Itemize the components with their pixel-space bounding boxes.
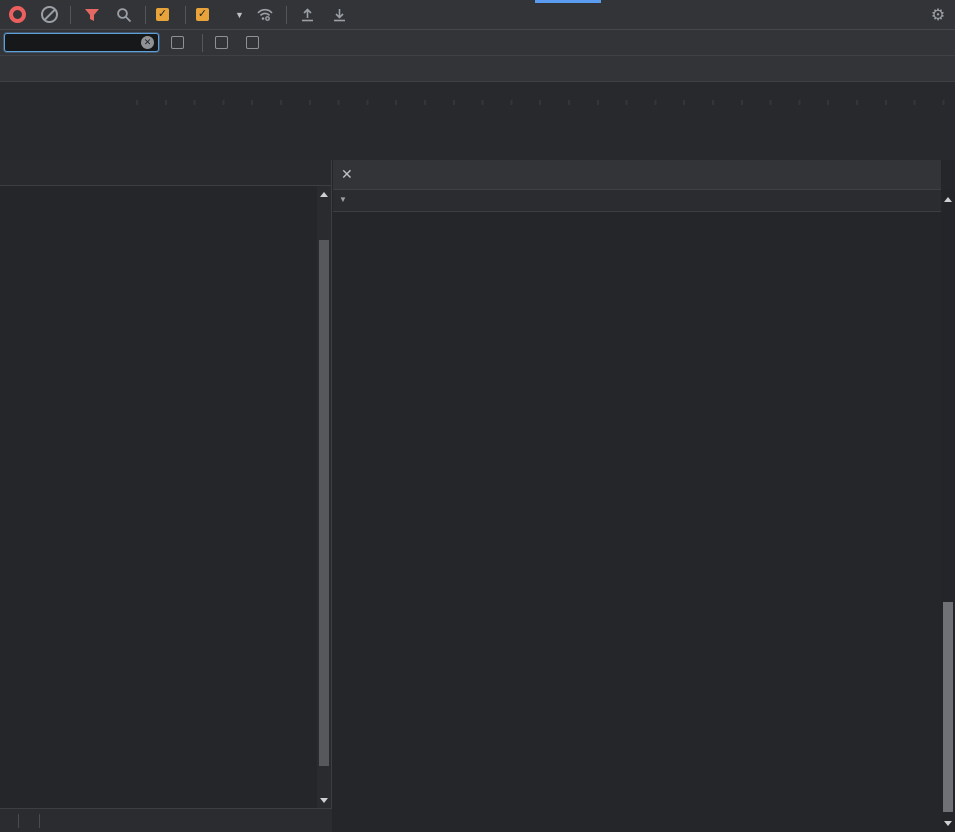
checkbox-unchecked-icon — [171, 36, 184, 49]
record-icon — [9, 6, 26, 23]
clear-button[interactable] — [38, 4, 60, 26]
details-tab-bar: ✕ — [333, 160, 941, 190]
name-column-header[interactable] — [0, 160, 331, 186]
request-details-pane: ✕ ▼ — [333, 160, 941, 832]
tab-highlight-strip — [535, 0, 601, 3]
checkbox-unchecked-icon — [246, 36, 259, 49]
scrollbar-thumb[interactable] — [943, 602, 953, 812]
toolbar-divider — [286, 6, 287, 24]
request-headers-section-header[interactable]: ▼ — [333, 190, 941, 212]
funnel-icon — [84, 8, 100, 22]
resource-type-filter-bar — [0, 56, 955, 82]
wifi-gear-icon — [256, 7, 274, 22]
invert-checkbox[interactable] — [171, 36, 190, 49]
status-divider — [39, 814, 40, 828]
clear-input-icon[interactable]: ✕ — [141, 36, 154, 49]
import-har-button[interactable] — [297, 4, 319, 26]
triangle-down-icon: ▼ — [339, 195, 347, 204]
gear-icon: ⚙ — [931, 5, 945, 25]
disable-cache-checkbox[interactable]: ✓ — [196, 8, 215, 21]
request-list-scrollbar[interactable] — [317, 186, 331, 808]
record-button[interactable] — [6, 4, 28, 26]
close-details-button[interactable]: ✕ — [333, 166, 365, 183]
throttling-dropdown[interactable]: ▼ — [225, 10, 244, 20]
settings-button[interactable]: ⚙ — [927, 4, 949, 26]
hide-extension-urls-checkbox[interactable] — [246, 36, 265, 49]
network-conditions-button[interactable] — [254, 4, 276, 26]
chevron-down-icon: ▼ — [235, 10, 244, 20]
toolbar-divider — [145, 6, 146, 24]
filter-bar: ✕ — [0, 30, 955, 56]
details-scrollbar[interactable] — [941, 190, 955, 832]
scroll-down-arrow-icon[interactable] — [317, 794, 331, 806]
status-divider — [18, 814, 19, 828]
export-har-button[interactable] — [329, 4, 351, 26]
preserve-log-checkbox[interactable]: ✓ — [156, 8, 175, 21]
toolbar-divider — [70, 6, 71, 24]
toolbar-divider — [185, 6, 186, 24]
network-toolbar: ✓ ✓ ▼ ⚙ — [0, 0, 955, 30]
request-list-pane — [0, 160, 332, 832]
checkbox-checked-icon: ✓ — [156, 8, 169, 21]
scroll-up-arrow-icon[interactable] — [941, 193, 955, 205]
scrollbar-thumb[interactable] — [319, 240, 329, 766]
filter-input[interactable] — [9, 36, 141, 50]
search-button[interactable] — [113, 4, 135, 26]
filter-toggle-button[interactable] — [81, 4, 103, 26]
close-icon: ✕ — [341, 166, 353, 182]
network-main-area: ✕ ▼ — [0, 160, 955, 832]
filter-divider — [202, 34, 203, 52]
request-list — [0, 186, 317, 808]
search-icon — [116, 7, 132, 23]
filter-input-box[interactable]: ✕ — [4, 33, 159, 52]
scroll-down-arrow-icon[interactable] — [941, 817, 955, 829]
network-overview-timeline[interactable] — [0, 82, 955, 161]
checkbox-unchecked-icon — [215, 36, 228, 49]
headers-content: ▼ — [333, 190, 941, 832]
arrow-up-tray-icon — [300, 7, 315, 22]
arrow-down-tray-icon — [332, 7, 347, 22]
network-status-bar — [0, 808, 332, 832]
hide-data-urls-checkbox[interactable] — [215, 36, 234, 49]
circle-slash-icon — [41, 6, 58, 23]
scroll-up-arrow-icon[interactable] — [317, 188, 331, 200]
checkbox-checked-icon: ✓ — [196, 8, 209, 21]
